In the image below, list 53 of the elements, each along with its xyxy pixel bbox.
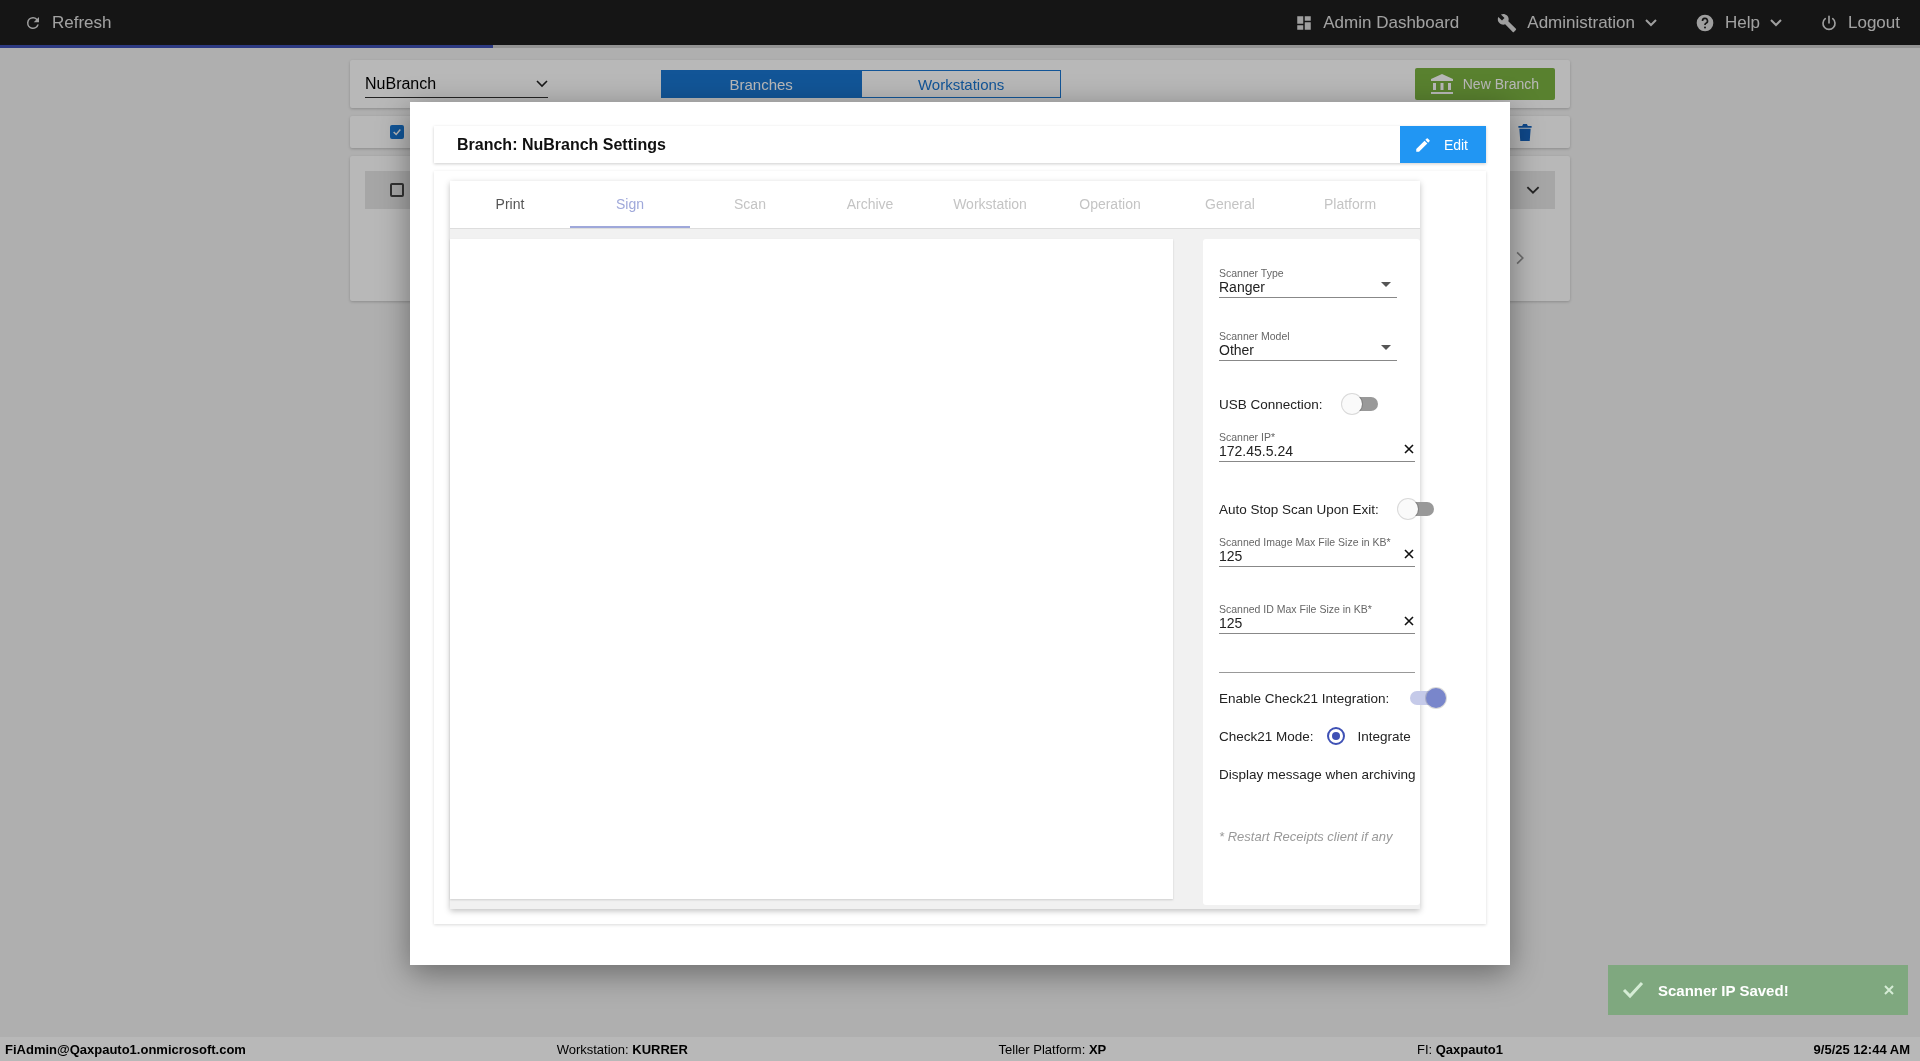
- nav-link[interactable]: Help: [1695, 12, 1782, 33]
- toggle-label: Auto Stop Scan Upon Exit:: [1219, 501, 1379, 517]
- radio-option-label: Integrate: [1357, 728, 1411, 744]
- bank-icon: [1430, 74, 1453, 94]
- input-field[interactable]: Scanner IP* 172.45.5.24: [1219, 431, 1415, 462]
- check-icon: [392, 126, 402, 138]
- input-field[interactable]: Scanned Image Max File Size in KB* 125: [1219, 536, 1415, 567]
- toggle-switch[interactable]: [1408, 688, 1447, 708]
- toggle-label: USB Connection:: [1219, 396, 1323, 412]
- dialog-title: Branch: NuBranch Settings: [457, 135, 666, 154]
- close-icon[interactable]: [1404, 444, 1414, 454]
- caret-icon: [1381, 345, 1391, 350]
- chevron-right-icon[interactable]: [1516, 251, 1525, 265]
- view-toggle-button[interactable]: Workstations: [861, 70, 1062, 98]
- chevron-down-icon: [536, 79, 549, 88]
- close-icon[interactable]: [1404, 616, 1414, 626]
- radio-button[interactable]: [1326, 727, 1345, 745]
- power-icon: [1820, 13, 1838, 32]
- select-all-checkbox[interactable]: [390, 125, 404, 139]
- refresh-button[interactable]: Refresh: [24, 12, 112, 33]
- select-field[interactable]: Scanner Type Ranger: [1219, 267, 1397, 298]
- chevron-down-icon: [1645, 18, 1658, 27]
- chevron-down-icon: [1770, 18, 1782, 27]
- restart-note: * Restart Receipts client if any: [1219, 829, 1394, 844]
- close-icon[interactable]: [1404, 549, 1414, 559]
- date-time: 9/5/25 12:44 AM: [1813, 1041, 1910, 1057]
- toggle-label: Enable Check21 Integration:: [1219, 690, 1390, 706]
- nav-link[interactable]: Logout: [1820, 12, 1900, 33]
- nav-link[interactable]: Administration: [1497, 12, 1658, 33]
- pencil-icon: [1413, 135, 1432, 154]
- status-item: Workstation: KURRER: [556, 1041, 688, 1057]
- branch-select[interactable]: NuBranch: [365, 70, 549, 98]
- view-toggle-button[interactable]: Branches: [661, 70, 862, 98]
- nav-link[interactable]: Admin Dashboard: [1295, 12, 1460, 33]
- select-field[interactable]: Scanner Model Other: [1219, 330, 1397, 361]
- help-icon: [1695, 12, 1716, 33]
- status-item: FI: Qaxpauto1: [1416, 1041, 1503, 1057]
- input-field[interactable]: Scanned ID Max File Size in KB* 125: [1219, 603, 1415, 634]
- trash-icon[interactable]: [1518, 123, 1532, 141]
- wrench-icon: [1497, 12, 1518, 33]
- user-email: FiAdmin@Qaxpauto1.onmicrosoft.com: [5, 1041, 246, 1057]
- toast-message: Scanner IP Saved!: [1658, 981, 1789, 999]
- caret-icon: [1381, 282, 1391, 287]
- row-checkbox[interactable]: [390, 183, 404, 197]
- dashboard-icon: [1295, 13, 1314, 32]
- chevron-down-icon[interactable]: [1526, 185, 1540, 195]
- settings-tab[interactable]: Print: [450, 181, 570, 228]
- setting-label: Display message when archiving: [1219, 766, 1416, 782]
- toggle-switch[interactable]: [1341, 394, 1380, 414]
- check-icon: [1622, 981, 1644, 999]
- radio-label: Check21 Mode:: [1219, 728, 1314, 744]
- status-item: Teller Platform: XP: [998, 1041, 1107, 1057]
- toggle-switch[interactable]: [1397, 499, 1436, 519]
